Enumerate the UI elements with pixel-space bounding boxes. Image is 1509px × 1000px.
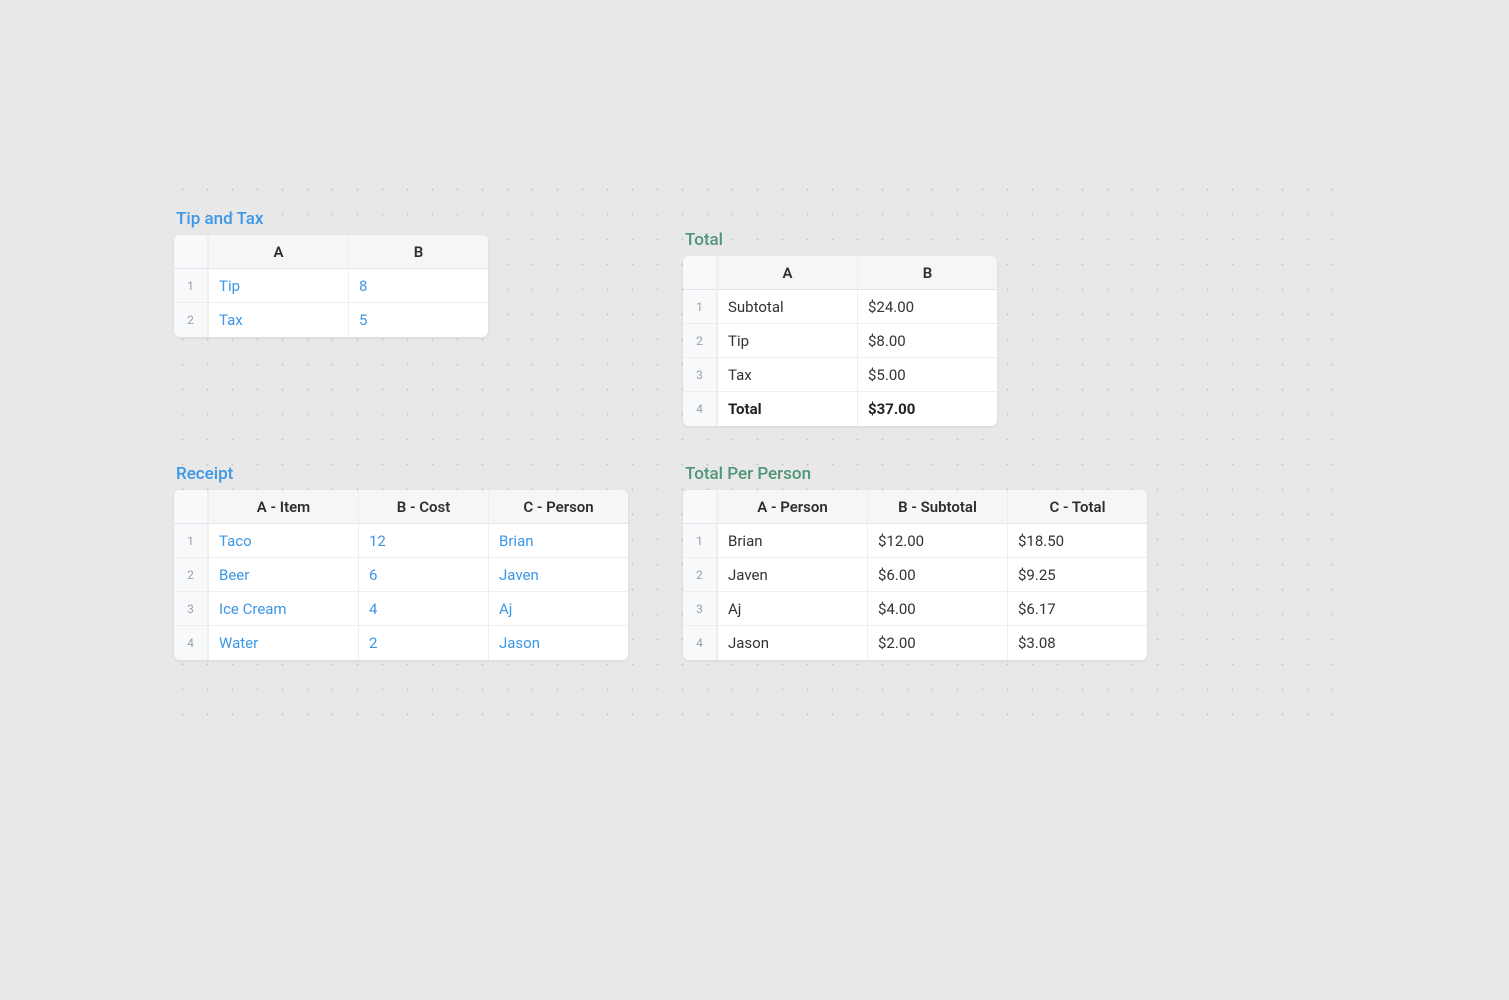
receipt-item-cell[interactable]: Taco [208,524,358,558]
receipt-block: Receipt A - Item B - Cost C - Person 1Ta… [174,464,628,660]
row-number[interactable]: 2 [683,558,717,592]
table-row: 2Beer6Javen [174,558,628,592]
row-number-header [683,256,717,290]
column-header[interactable]: A - Item [208,490,358,524]
column-header[interactable]: B - Cost [358,490,488,524]
receipt-table[interactable]: A - Item B - Cost C - Person 1Taco12Bria… [174,490,628,660]
total-per-person-title: Total Per Person [685,464,1147,484]
tip-and-tax-block: Tip and Tax A B 1 Tip 8 2 Tax 5 [174,209,488,337]
total-label-cell[interactable]: Subtotal [717,290,857,324]
table-row: 1Taco12Brian [174,524,628,558]
table-row: 1Subtotal$24.00 [683,290,997,324]
row-number[interactable]: 2 [174,558,208,592]
total-per-person-block: Total Per Person A - Person B - Subtotal… [683,464,1147,660]
receipt-cost-cell[interactable]: 12 [358,524,488,558]
total-value-cell[interactable]: $24.00 [857,290,997,324]
total-label-cell[interactable]: Tip [717,324,857,358]
total-label-cell[interactable]: Tax [717,358,857,392]
row-number[interactable]: 1 [683,524,717,558]
total-value-cell[interactable]: $8.00 [857,324,997,358]
column-header[interactable]: A [717,256,857,290]
row-number[interactable]: 1 [174,524,208,558]
table-row: 1Brian$12.00$18.50 [683,524,1147,558]
receipt-title: Receipt [176,464,628,484]
tip-label-cell[interactable]: Tip [208,269,348,303]
person-total-cell[interactable]: $9.25 [1007,558,1147,592]
person-name-cell[interactable]: Brian [717,524,867,558]
table-row: 1 Tip 8 [174,269,488,303]
canvas: Tip and Tax A B 1 Tip 8 2 Tax 5 [0,0,1509,1000]
person-subtotal-cell[interactable]: $4.00 [867,592,1007,626]
tip-and-tax-title: Tip and Tax [176,209,488,229]
table-row: 3Aj$4.00$6.17 [683,592,1147,626]
table-row: 2 Tax 5 [174,303,488,337]
table-header-row: A B [683,256,997,290]
total-per-person-table[interactable]: A - Person B - Subtotal C - Total 1Brian… [683,490,1147,660]
total-block: Total A B 1Subtotal$24.002Tip$8.003Tax$5… [683,230,997,426]
column-header[interactable]: A [208,235,348,269]
person-total-cell[interactable]: $18.50 [1007,524,1147,558]
receipt-person-cell[interactable]: Jason [488,626,628,660]
total-title: Total [685,230,997,250]
row-number-header [683,490,717,524]
column-header[interactable]: C - Total [1007,490,1147,524]
column-header[interactable]: C - Person [488,490,628,524]
tax-value-cell[interactable]: 5 [348,303,488,337]
person-total-cell[interactable]: $3.08 [1007,626,1147,660]
table-row: 4Water2Jason [174,626,628,660]
person-total-cell[interactable]: $6.17 [1007,592,1147,626]
table-row: 3Tax$5.00 [683,358,997,392]
receipt-cost-cell[interactable]: 6 [358,558,488,592]
receipt-item-cell[interactable]: Water [208,626,358,660]
person-subtotal-cell[interactable]: $6.00 [867,558,1007,592]
person-subtotal-cell[interactable]: $12.00 [867,524,1007,558]
person-name-cell[interactable]: Jason [717,626,867,660]
row-number-header [174,235,208,269]
person-name-cell[interactable]: Aj [717,592,867,626]
row-number[interactable]: 1 [174,269,208,303]
receipt-cost-cell[interactable]: 2 [358,626,488,660]
column-header[interactable]: B [348,235,488,269]
receipt-person-cell[interactable]: Javen [488,558,628,592]
column-header[interactable]: B [857,256,997,290]
row-number[interactable]: 3 [683,592,717,626]
table-row: 3Ice Cream4Aj [174,592,628,626]
table-row: 2Tip$8.00 [683,324,997,358]
person-name-cell[interactable]: Javen [717,558,867,592]
table-header-row: A - Item B - Cost C - Person [174,490,628,524]
row-number[interactable]: 2 [174,303,208,337]
tip-and-tax-table[interactable]: A B 1 Tip 8 2 Tax 5 [174,235,488,337]
receipt-person-cell[interactable]: Brian [488,524,628,558]
row-number[interactable]: 1 [683,290,717,324]
tax-label-cell[interactable]: Tax [208,303,348,337]
total-label-cell[interactable]: Total [717,392,857,426]
table-row: 2Javen$6.00$9.25 [683,558,1147,592]
row-number[interactable]: 4 [683,392,717,426]
row-number[interactable]: 2 [683,324,717,358]
table-header-row: A B [174,235,488,269]
column-header[interactable]: A - Person [717,490,867,524]
receipt-item-cell[interactable]: Beer [208,558,358,592]
person-subtotal-cell[interactable]: $2.00 [867,626,1007,660]
row-number[interactable]: 3 [683,358,717,392]
column-header[interactable]: B - Subtotal [867,490,1007,524]
total-table[interactable]: A B 1Subtotal$24.002Tip$8.003Tax$5.004To… [683,256,997,426]
receipt-cost-cell[interactable]: 4 [358,592,488,626]
row-number-header [174,490,208,524]
row-number[interactable]: 3 [174,592,208,626]
row-number[interactable]: 4 [174,626,208,660]
table-row: 4Total$37.00 [683,392,997,426]
total-value-cell[interactable]: $5.00 [857,358,997,392]
row-number[interactable]: 4 [683,626,717,660]
table-row: 4Jason$2.00$3.08 [683,626,1147,660]
receipt-item-cell[interactable]: Ice Cream [208,592,358,626]
table-header-row: A - Person B - Subtotal C - Total [683,490,1147,524]
receipt-person-cell[interactable]: Aj [488,592,628,626]
tip-value-cell[interactable]: 8 [348,269,488,303]
total-value-cell[interactable]: $37.00 [857,392,997,426]
